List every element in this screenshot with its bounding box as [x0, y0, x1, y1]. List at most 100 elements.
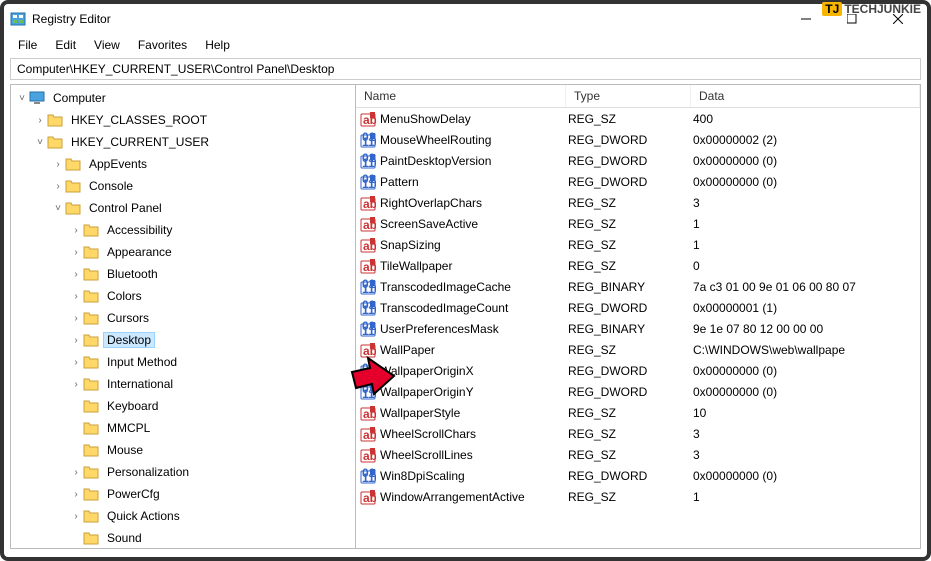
menu-edit[interactable]: Edit: [47, 36, 84, 54]
folder-icon: [83, 377, 99, 391]
list-row[interactable]: 011110UserPreferencesMaskREG_BINARY9e 1e…: [356, 318, 920, 339]
address-bar[interactable]: Computer\HKEY_CURRENT_USER\Control Panel…: [10, 58, 921, 80]
value-name: ScreenSaveActive: [380, 217, 568, 231]
list-pane: Name Type Data abMenuShowDelayREG_SZ4000…: [356, 85, 920, 548]
list-row[interactable]: abRightOverlapCharsREG_SZ3: [356, 192, 920, 213]
chevron-icon[interactable]: ›: [69, 357, 83, 368]
list-row[interactable]: abMenuShowDelayREG_SZ400: [356, 108, 920, 129]
chevron-icon[interactable]: ˅: [15, 93, 29, 104]
folder-icon: [83, 487, 99, 501]
value-name: TileWallpaper: [380, 259, 568, 273]
tree-item[interactable]: ›AppEvents: [11, 153, 355, 175]
list-row[interactable]: abWheelScrollCharsREG_SZ3: [356, 423, 920, 444]
tree-item[interactable]: MMCPL: [11, 417, 355, 439]
tree-item[interactable]: Sound: [11, 527, 355, 548]
tree-item[interactable]: › International: [11, 373, 355, 395]
tree-item[interactable]: ˅ Control Panel: [11, 197, 355, 219]
value-data: 9e 1e 07 80 12 00 00 00: [693, 322, 920, 336]
chevron-icon[interactable]: ˅: [33, 137, 47, 148]
menu-help[interactable]: Help: [197, 36, 238, 54]
list-row[interactable]: abSnapSizingREG_SZ1: [356, 234, 920, 255]
tree-item[interactable]: ›Cursors: [11, 307, 355, 329]
list-row[interactable]: 011110TranscodedImageCountREG_DWORD0x000…: [356, 297, 920, 318]
list-row[interactable]: 011110MouseWheelRoutingREG_DWORD0x000000…: [356, 129, 920, 150]
col-data[interactable]: Data: [691, 85, 920, 107]
menu-favorites[interactable]: Favorites: [130, 36, 195, 54]
tree-label: Accessibility: [103, 222, 176, 238]
list-row[interactable]: 011110Win8DpiScalingREG_DWORD0x00000000 …: [356, 465, 920, 486]
list-row[interactable]: abWallPaperREG_SZC:\WINDOWS\web\wallpape: [356, 339, 920, 360]
chevron-icon[interactable]: ›: [69, 269, 83, 280]
tree-item[interactable]: ›Desktop: [11, 329, 355, 351]
chevron-icon[interactable]: ›: [51, 159, 65, 170]
tree-item[interactable]: › Quick Actions: [11, 505, 355, 527]
value-type: REG_SZ: [568, 448, 693, 462]
tree-pane[interactable]: ˅Computer›HKEY_CLASSES_ROOT˅HKEY_CURRENT…: [11, 85, 356, 548]
chevron-icon[interactable]: ›: [51, 181, 65, 192]
list-row[interactable]: 011110TranscodedImageCacheREG_BINARY7a c…: [356, 276, 920, 297]
tree-item[interactable]: Keyboard: [11, 395, 355, 417]
tree-label: Computer: [49, 90, 110, 106]
value-type: REG_SZ: [568, 259, 693, 273]
tree-item[interactable]: ›Input Method: [11, 351, 355, 373]
list-row[interactable]: abWindowArrangementActiveREG_SZ1: [356, 486, 920, 507]
tree-label: Colors: [103, 288, 146, 304]
tree-item[interactable]: › HKEY_CLASSES_ROOT: [11, 109, 355, 131]
tree-label: Sound: [103, 530, 146, 546]
tree-item[interactable]: › Colors: [11, 285, 355, 307]
value-name: MouseWheelRouting: [380, 133, 568, 147]
chevron-icon[interactable]: ›: [69, 467, 83, 478]
tree-item[interactable]: ˅HKEY_CURRENT_USER: [11, 131, 355, 153]
list-row[interactable]: abScreenSaveActiveREG_SZ1: [356, 213, 920, 234]
string-value-icon: ab: [360, 216, 376, 232]
chevron-icon[interactable]: ›: [69, 379, 83, 390]
value-name: WheelScrollLines: [380, 448, 568, 462]
binary-value-icon: 011110: [360, 174, 376, 190]
list-body[interactable]: abMenuShowDelayREG_SZ400011110MouseWheel…: [356, 108, 920, 548]
folder-icon: [83, 443, 99, 457]
tree-item[interactable]: ›PowerCfg: [11, 483, 355, 505]
tree-label: Control Panel: [85, 200, 166, 216]
tree-item[interactable]: ›Console: [11, 175, 355, 197]
menu-view[interactable]: View: [86, 36, 128, 54]
col-name[interactable]: Name: [356, 85, 566, 107]
list-row[interactable]: 011110PaintDesktopVersionREG_DWORD0x0000…: [356, 150, 920, 171]
tree-item[interactable]: Mouse: [11, 439, 355, 461]
string-value-icon: ab: [360, 195, 376, 211]
tree-label: Quick Actions: [103, 508, 184, 524]
menu-file[interactable]: File: [10, 36, 45, 54]
value-type: REG_DWORD: [568, 301, 693, 315]
chevron-icon[interactable]: ›: [69, 335, 83, 346]
chevron-icon[interactable]: ›: [69, 247, 83, 258]
binary-value-icon: 011110: [360, 384, 376, 400]
tree-label: International: [103, 376, 177, 392]
value-type: REG_BINARY: [568, 322, 693, 336]
tree-label: HKEY_CLASSES_ROOT: [67, 112, 211, 128]
value-name: MenuShowDelay: [380, 112, 568, 126]
tree-item[interactable]: ˅ Computer: [11, 87, 355, 109]
chevron-icon[interactable]: ˅: [51, 203, 65, 214]
chevron-icon[interactable]: ›: [69, 313, 83, 324]
tree-item[interactable]: ›Appearance: [11, 241, 355, 263]
list-row[interactable]: abWheelScrollLinesREG_SZ3: [356, 444, 920, 465]
list-row[interactable]: 011110WallpaperOriginYREG_DWORD0x0000000…: [356, 381, 920, 402]
list-row[interactable]: abTileWallpaperREG_SZ0: [356, 255, 920, 276]
chevron-icon[interactable]: ›: [69, 511, 83, 522]
value-name: Win8DpiScaling: [380, 469, 568, 483]
list-row[interactable]: 011110PatternREG_DWORD0x00000000 (0): [356, 171, 920, 192]
chevron-icon[interactable]: ›: [69, 291, 83, 302]
chevron-icon[interactable]: ›: [33, 115, 47, 126]
list-row[interactable]: abWallpaperStyleREG_SZ10: [356, 402, 920, 423]
chevron-icon[interactable]: ›: [69, 225, 83, 236]
value-data: 0x00000001 (1): [693, 301, 920, 315]
tree-item[interactable]: ›Bluetooth: [11, 263, 355, 285]
value-data: 0x00000000 (0): [693, 154, 920, 168]
col-type[interactable]: Type: [566, 85, 691, 107]
tree-item[interactable]: › Accessibility: [11, 219, 355, 241]
tree-item[interactable]: ›Personalization: [11, 461, 355, 483]
chevron-icon[interactable]: ›: [69, 489, 83, 500]
list-row[interactable]: 011110WallpaperOriginXREG_DWORD0x0000000…: [356, 360, 920, 381]
value-name: TranscodedImageCount: [380, 301, 568, 315]
value-data: 0x00000000 (0): [693, 175, 920, 189]
value-type: REG_DWORD: [568, 469, 693, 483]
